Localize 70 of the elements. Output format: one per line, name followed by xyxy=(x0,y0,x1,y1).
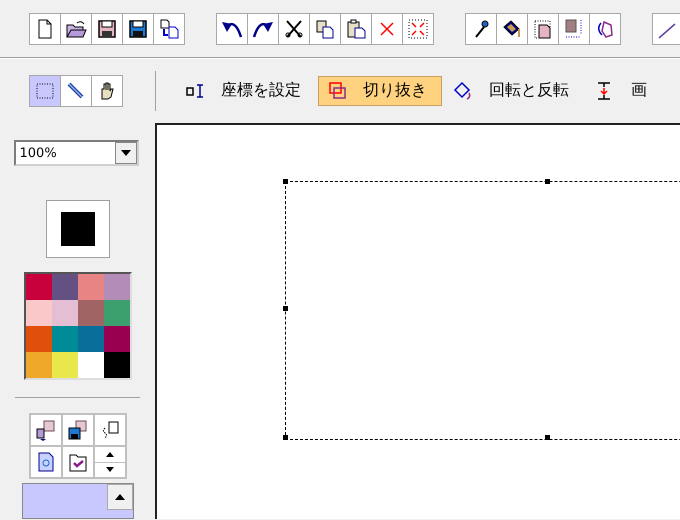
pencil-tool[interactable] xyxy=(60,74,92,106)
copy-document-icon xyxy=(158,18,180,40)
paint-bucket-icon xyxy=(501,18,523,40)
redo-button[interactable] xyxy=(247,12,279,44)
paint-bucket-button[interactable] xyxy=(496,12,528,44)
scroll-up-button[interactable] xyxy=(106,484,132,510)
floppy-disk-button[interactable] xyxy=(122,12,154,44)
up-arrow-icon xyxy=(114,494,124,500)
palette-color[interactable] xyxy=(78,326,104,352)
selection-handle[interactable] xyxy=(283,306,288,311)
spin-up-button[interactable] xyxy=(94,446,124,462)
palette-color[interactable] xyxy=(52,274,78,300)
save-brush-button[interactable] xyxy=(62,414,94,446)
copy-icon xyxy=(314,18,336,40)
fit-screen-button[interactable] xyxy=(402,12,434,44)
command-button[interactable]: 回転と反転 xyxy=(444,76,584,106)
palette-color[interactable] xyxy=(78,300,104,326)
palette-color[interactable] xyxy=(104,300,130,326)
palette-color[interactable] xyxy=(52,352,78,378)
command-button[interactable]: 切り抜き xyxy=(318,76,442,106)
zoom-combo-box[interactable]: 100% xyxy=(14,140,138,166)
floppy-image-icon xyxy=(66,418,88,441)
palette-color[interactable] xyxy=(52,326,78,352)
paste-button[interactable] xyxy=(340,12,372,44)
caret-icon xyxy=(120,150,130,156)
palette-color[interactable] xyxy=(26,300,52,326)
scissors-button[interactable] xyxy=(278,12,310,44)
selection-handle[interactable] xyxy=(283,435,288,440)
palette-color[interactable] xyxy=(104,326,130,352)
apply-brush-button[interactable] xyxy=(62,446,94,478)
rectangle-select-tool[interactable] xyxy=(29,74,61,106)
scissors-icon xyxy=(283,18,305,40)
copy-document-button[interactable] xyxy=(153,12,185,44)
copy-button[interactable] xyxy=(309,12,341,44)
canvas-size-button[interactable] xyxy=(558,12,590,44)
palette-color[interactable] xyxy=(78,274,104,300)
open-brush-button[interactable] xyxy=(30,414,62,446)
fit-screen-icon xyxy=(407,18,429,40)
palette-color[interactable] xyxy=(52,300,78,326)
dropdown-button[interactable] xyxy=(114,142,136,164)
paste-icon xyxy=(345,18,367,40)
selection-handle[interactable] xyxy=(283,179,288,184)
selection-handle[interactable] xyxy=(545,179,550,184)
palette-color[interactable] xyxy=(26,352,52,378)
delete-button[interactable] xyxy=(371,12,403,44)
rotate-button[interactable] xyxy=(589,12,621,44)
command-button[interactable]: 画 xyxy=(586,76,662,106)
folder-button[interactable] xyxy=(60,12,92,44)
down-arrow-icon xyxy=(106,467,114,472)
palette-color[interactable] xyxy=(104,274,130,300)
palette-color[interactable] xyxy=(104,352,130,378)
palette-color[interactable] xyxy=(26,326,52,352)
new-brush-button[interactable] xyxy=(30,446,62,478)
up-arrow-icon xyxy=(106,452,114,457)
spin-down-button[interactable] xyxy=(94,462,124,477)
folder-image-icon xyxy=(34,418,56,441)
palette-color[interactable] xyxy=(78,352,104,378)
palette-color[interactable] xyxy=(26,274,52,300)
floppy-disk-button[interactable] xyxy=(91,12,123,44)
command-button[interactable]: 座標を設定 xyxy=(176,76,316,106)
swap-brush-button[interactable] xyxy=(94,414,126,446)
new-document-button[interactable] xyxy=(29,12,61,44)
resize-document-button[interactable] xyxy=(527,12,559,44)
hand-tool[interactable] xyxy=(91,74,123,106)
eyedropper-button[interactable] xyxy=(465,12,497,44)
undo-button[interactable] xyxy=(216,12,248,44)
selection-handle[interactable] xyxy=(545,435,550,440)
crop-icon xyxy=(327,80,349,102)
current-color-swatch xyxy=(60,212,94,246)
toolbar-button[interactable] xyxy=(652,12,680,44)
